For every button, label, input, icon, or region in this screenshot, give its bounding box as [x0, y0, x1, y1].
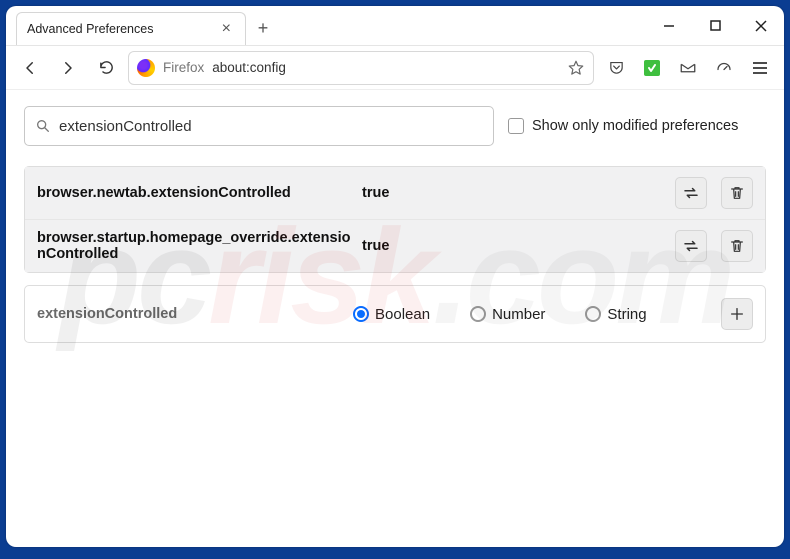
inbox-icon[interactable] [672, 52, 704, 84]
pref-value: true [362, 185, 389, 201]
delete-button[interactable] [721, 177, 753, 209]
toggle-button[interactable] [675, 230, 707, 262]
minimize-icon[interactable] [646, 6, 692, 45]
preference-row[interactable]: browser.startup.homepage_override.extens… [25, 219, 765, 272]
url-scheme-label: Firefox [163, 60, 204, 75]
radio-icon [353, 306, 369, 322]
toolbar-right [600, 52, 776, 84]
checkbox-label: Show only modified preferences [532, 118, 738, 134]
url-text: about:config [212, 60, 286, 75]
dashboard-icon[interactable] [708, 52, 740, 84]
new-tab-button[interactable]: + [246, 12, 280, 45]
tab-title: Advanced Preferences [27, 22, 153, 36]
delete-button[interactable] [721, 230, 753, 262]
reload-button[interactable] [90, 52, 122, 84]
browser-tab[interactable]: Advanced Preferences × [16, 12, 246, 45]
extension-icon[interactable] [636, 52, 668, 84]
radio-boolean[interactable]: Boolean [353, 306, 430, 323]
tab-close-icon[interactable]: × [218, 20, 235, 38]
forward-button[interactable] [52, 52, 84, 84]
bookmark-star-icon[interactable] [567, 59, 585, 77]
back-button[interactable] [14, 52, 46, 84]
add-preference-row: extensionControlled Boolean Number Strin… [24, 285, 766, 343]
radio-icon [585, 306, 601, 322]
trash-icon [729, 237, 745, 255]
radio-icon [470, 306, 486, 322]
swap-icon [682, 184, 700, 202]
titlebar: Advanced Preferences × + [6, 6, 784, 46]
swap-icon [682, 237, 700, 255]
pref-value: true [362, 238, 389, 254]
page-content: extensionControlled Show only modified p… [6, 90, 784, 359]
search-icon [35, 118, 51, 134]
radio-string[interactable]: String [585, 306, 646, 323]
toggle-button[interactable] [675, 177, 707, 209]
plus-icon [729, 306, 745, 322]
nav-toolbar: Firefox about:config [6, 46, 784, 90]
window-controls [646, 6, 784, 45]
firefox-icon [137, 59, 155, 77]
search-row: extensionControlled Show only modified p… [24, 106, 766, 146]
search-input[interactable]: extensionControlled [24, 106, 494, 146]
checkbox-icon [508, 118, 524, 134]
search-value: extensionControlled [59, 118, 192, 135]
pref-name: browser.startup.homepage_override.extens… [37, 230, 362, 262]
pref-name: browser.newtab.extensionControlled [37, 185, 362, 201]
url-bar[interactable]: Firefox about:config [128, 51, 594, 85]
type-radio-group: Boolean Number String [353, 306, 647, 323]
radio-number[interactable]: Number [470, 306, 545, 323]
pocket-icon[interactable] [600, 52, 632, 84]
new-pref-name: extensionControlled [37, 306, 337, 322]
browser-window: Advanced Preferences × + F [6, 6, 784, 547]
close-icon[interactable] [738, 6, 784, 45]
trash-icon [729, 184, 745, 202]
preference-row[interactable]: browser.newtab.extensionControlled true [25, 167, 765, 219]
menu-icon[interactable] [744, 52, 776, 84]
show-modified-checkbox[interactable]: Show only modified preferences [508, 118, 738, 134]
maximize-icon[interactable] [692, 6, 738, 45]
preferences-list: browser.newtab.extensionControlled true … [24, 166, 766, 273]
add-button[interactable] [721, 298, 753, 330]
